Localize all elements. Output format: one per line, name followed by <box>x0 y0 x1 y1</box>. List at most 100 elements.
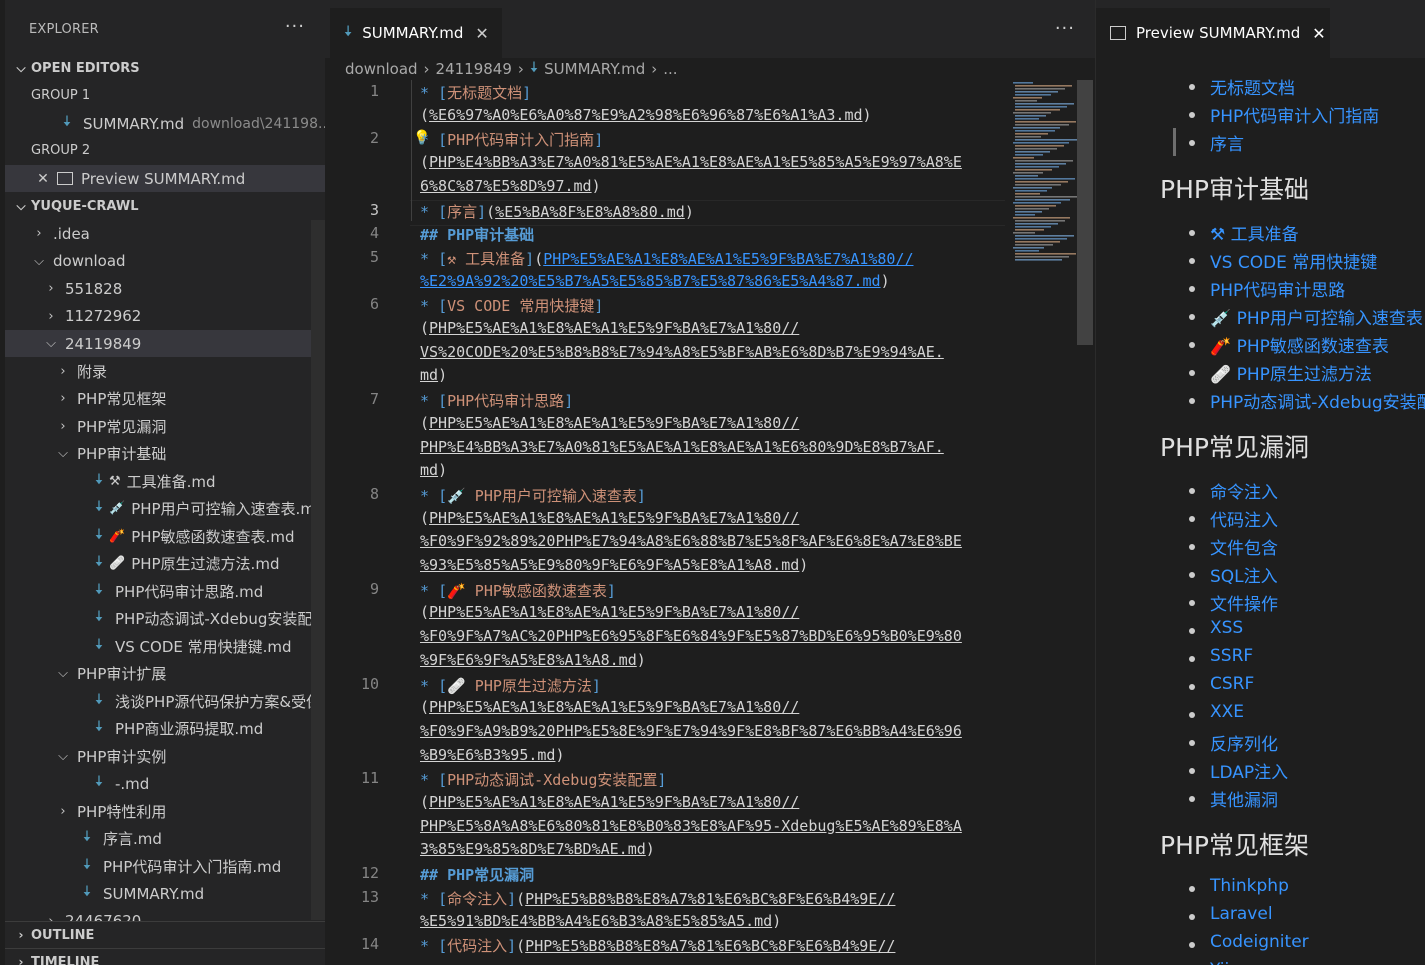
code-line[interactable]: (PHP%E5%AE%A1%E8%AE%A1%E5%9F%BA%E7%A1%80… <box>420 603 799 621</box>
code-line[interactable]: (%E6%97%A0%E6%A0%87%E9%A2%98%E6%96%87%E6… <box>420 106 872 124</box>
code-line[interactable]: 6%8C%87%E5%8D%97.md) <box>420 177 601 195</box>
open-editors-section[interactable]: ⌵ OPEN EDITORS <box>5 55 325 81</box>
editor-scrollbar[interactable] <box>1077 80 1093 345</box>
tree-folder[interactable]: › PHP常见漏洞 <box>5 413 325 440</box>
preview-link[interactable]: 其他漏洞 <box>1210 786 1278 811</box>
code-line[interactable]: (PHP%E5%AE%A1%E8%AE%A1%E5%9F%BA%E7%A1%80… <box>420 793 799 811</box>
preview-link[interactable]: Laravel <box>1210 904 1273 924</box>
preview-link[interactable]: 💉 PHP用户可控输入速查表 <box>1210 304 1423 329</box>
close-icon[interactable]: ✕ <box>1312 24 1325 43</box>
tree-folder[interactable]: ⌵ download <box>5 248 325 275</box>
tree-folder[interactable]: ⌵ PHP审计扩展 <box>5 660 325 687</box>
preview-link[interactable]: SSRF <box>1210 646 1253 666</box>
breadcrumb-item[interactable]: ... <box>663 60 677 78</box>
tree-file[interactable]: 🠇 PHP代码审计思路.md <box>5 578 325 605</box>
tree-file[interactable]: 🠇 VS CODE 常用快捷键.md <box>5 633 325 660</box>
code-line[interactable]: * [💉 PHP用户可控输入速查表] <box>420 485 646 506</box>
code-line[interactable]: %9F%E6%9F%A5%E8%A1%A8.md) <box>420 651 646 669</box>
tree-file[interactable]: 🠇 🩹 PHP原生过滤方法.md <box>5 550 325 577</box>
close-icon[interactable]: ✕ <box>35 171 51 187</box>
code-line[interactable]: (PHP%E5%AE%A1%E8%AE%A1%E5%9F%BA%E7%A1%80… <box>420 698 799 716</box>
preview-link[interactable]: 无标题文档 <box>1210 74 1295 99</box>
code-line[interactable]: * [⚒ 工具准备](PHP%E5%AE%A1%E8%AE%A1%E5%9F%B… <box>420 248 913 269</box>
code-line[interactable]: %B9%E6%B3%95.md) <box>420 746 565 764</box>
code-line[interactable]: * [代码注入](PHP%E5%B8%B8%E8%A7%81%E6%BC%8F%… <box>420 935 895 956</box>
code-line[interactable]: %F0%9F%92%89%20PHP%E7%94%A8%E6%88%B7%E5%… <box>420 532 962 550</box>
tab-preview-summary[interactable]: Preview SUMMARY.md ✕ <box>1096 8 1330 58</box>
code-line[interactable]: * [命令注入](PHP%E5%B8%B8%E8%A7%81%E6%BC%8F%… <box>420 888 895 909</box>
breadcrumb-item[interactable]: 24119849 <box>436 60 512 78</box>
preview-link[interactable]: Thinkphp <box>1210 876 1289 896</box>
tree-file[interactable]: 🠇 PHP动态调试-Xdebug安装配置.... <box>5 605 325 632</box>
tree-file[interactable]: 🠇 SUMMARY.md <box>5 880 325 907</box>
preview-link[interactable]: 🧨 PHP敏感函数速查表 <box>1210 332 1389 357</box>
preview-link[interactable]: PHP动态调试-Xdebug安装配置 <box>1210 388 1425 413</box>
outline-section[interactable]: › OUTLINE <box>5 922 325 948</box>
tree-file[interactable]: 🠇 PHP商业源码提取.md <box>5 715 325 742</box>
preview-link[interactable]: XSS <box>1210 618 1243 638</box>
preview-link[interactable]: SQL注入 <box>1210 562 1278 587</box>
code-line[interactable]: * [序言](%E5%BA%8F%E8%A8%80.md) <box>420 201 694 222</box>
code-line[interactable]: ## PHP常见漏洞 <box>420 864 534 885</box>
tree-folder[interactable]: › PHP特性利用 <box>5 798 325 825</box>
code-line[interactable]: (PHP%E5%AE%A1%E8%AE%A1%E5%9F%BA%E7%A1%80… <box>420 414 799 432</box>
timeline-section[interactable]: › TIMELINE <box>5 949 325 965</box>
close-icon[interactable]: ✕ <box>475 24 488 43</box>
preview-link[interactable]: 命令注入 <box>1210 478 1278 503</box>
tree-file[interactable]: 🠇 -.md <box>5 770 325 797</box>
preview-link[interactable]: ⚒ 工具准备 <box>1210 220 1299 245</box>
code-line[interactable]: PHP%E5%8A%A8%E6%80%81%E8%B0%83%E8%AF%95-… <box>420 817 962 835</box>
code-line[interactable]: * [PHP代码审计入门指南] <box>420 129 603 150</box>
preview-link[interactable]: 文件包含 <box>1210 534 1278 559</box>
breadcrumb-item[interactable]: download <box>345 60 418 78</box>
code-line[interactable]: * [PHP代码审计思路] <box>420 390 573 411</box>
code-line[interactable]: PHP%E4%BB%A3%E7%A0%81%E5%AE%A1%E8%AE%A1%… <box>420 438 944 456</box>
preview-link[interactable]: 文件操作 <box>1210 590 1278 615</box>
tab-summary-md[interactable]: 🠇 SUMMARY.md ✕ <box>330 8 502 58</box>
preview-link[interactable]: 反序列化 <box>1210 730 1278 755</box>
tree-folder[interactable]: › 551828 <box>5 275 325 302</box>
preview-link[interactable]: LDAP注入 <box>1210 758 1288 783</box>
preview-link[interactable]: 代码注入 <box>1210 506 1278 531</box>
code-line[interactable]: * [VS CODE 常用快捷键] <box>420 295 603 316</box>
tree-file[interactable]: 🠇 序言.md <box>5 825 325 852</box>
minimap[interactable] <box>1013 80 1079 265</box>
project-section[interactable]: ⌵ YUQUE-CRAWL <box>5 193 325 219</box>
code-line[interactable]: * [无标题文档] <box>420 82 531 103</box>
sidebar-scrollbar[interactable] <box>311 220 325 920</box>
code-line[interactable]: * [PHP动态调试-Xdebug安装配置] <box>420 769 666 790</box>
preview-link[interactable]: PHP代码审计入门指南 <box>1210 102 1379 127</box>
code-line[interactable]: %F0%9F%A9%B9%20PHP%E5%8E%9F%E7%94%9F%E8%… <box>420 722 962 740</box>
tree-folder[interactable]: › .idea <box>5 220 325 247</box>
preview-link[interactable]: Codeigniter <box>1210 932 1309 952</box>
preview-link[interactable]: 🩹 PHP原生过滤方法 <box>1210 360 1372 385</box>
code-line[interactable]: %F0%9F%A7%AC%20PHP%E6%95%8F%E6%84%9F%E5%… <box>420 627 962 645</box>
preview-link[interactable]: PHP代码审计思路 <box>1210 276 1345 301</box>
tree-folder[interactable]: › 附录 <box>5 358 325 385</box>
preview-link[interactable]: Yii <box>1210 960 1229 965</box>
code-line[interactable]: VS%20CODE%20%E5%B8%B8%E7%94%A8%E5%BF%AB%… <box>420 343 944 361</box>
tree-folder[interactable]: ⌵ PHP审计实例 <box>5 743 325 770</box>
tree-folder[interactable]: › PHP常见框架 <box>5 385 325 412</box>
code-area[interactable]: 💡 1 * [无标题文档] (%E6%97%A0%E6%A0%87%E9%A2%98… <box>325 80 1015 965</box>
code-line[interactable]: (PHP%E5%AE%A1%E8%AE%A1%E5%9F%BA%E7%A1%80… <box>420 509 799 527</box>
tree-file[interactable]: 🠇 ⚒ 工具准备.md <box>5 468 325 495</box>
code-line[interactable]: * [🧨 PHP敏感函数速查表] <box>420 580 616 601</box>
tree-file[interactable]: 🠇 🧨 PHP敏感函数速查表.md <box>5 523 325 550</box>
preview-link[interactable]: VS CODE 常用快捷键 <box>1210 248 1377 273</box>
tree-folder[interactable]: › 11272962 <box>5 303 325 330</box>
tree-file[interactable]: 🠇 浅谈PHP源代码保护方案&受保... <box>5 688 325 715</box>
preview-link[interactable]: CSRF <box>1210 674 1254 694</box>
code-line[interactable]: * [🩹 PHP原生过滤方法] <box>420 675 601 696</box>
code-line[interactable]: (PHP%E4%BB%A3%E7%A0%81%E5%AE%A1%E8%AE%A1… <box>420 153 962 171</box>
breadcrumb-item[interactable]: SUMMARY.md <box>544 60 645 78</box>
open-editor-preview[interactable]: ✕ Preview SUMMARY.md <box>5 165 325 192</box>
code-line[interactable]: md) <box>420 461 447 479</box>
editor-more-icon[interactable]: ··· <box>1055 18 1075 39</box>
code-line[interactable]: 3%85%E9%85%8D%E7%BD%AE.md) <box>420 840 655 858</box>
explorer-more-icon[interactable]: ··· <box>285 16 305 37</box>
preview-link[interactable]: XXE <box>1210 702 1244 722</box>
code-line[interactable]: md) <box>420 366 447 384</box>
code-line[interactable]: %E5%91%BD%E4%BB%A4%E6%B3%A8%E5%85%A5.md) <box>420 912 781 930</box>
tree-folder[interactable]: ⌵ 24119849 <box>5 330 325 357</box>
